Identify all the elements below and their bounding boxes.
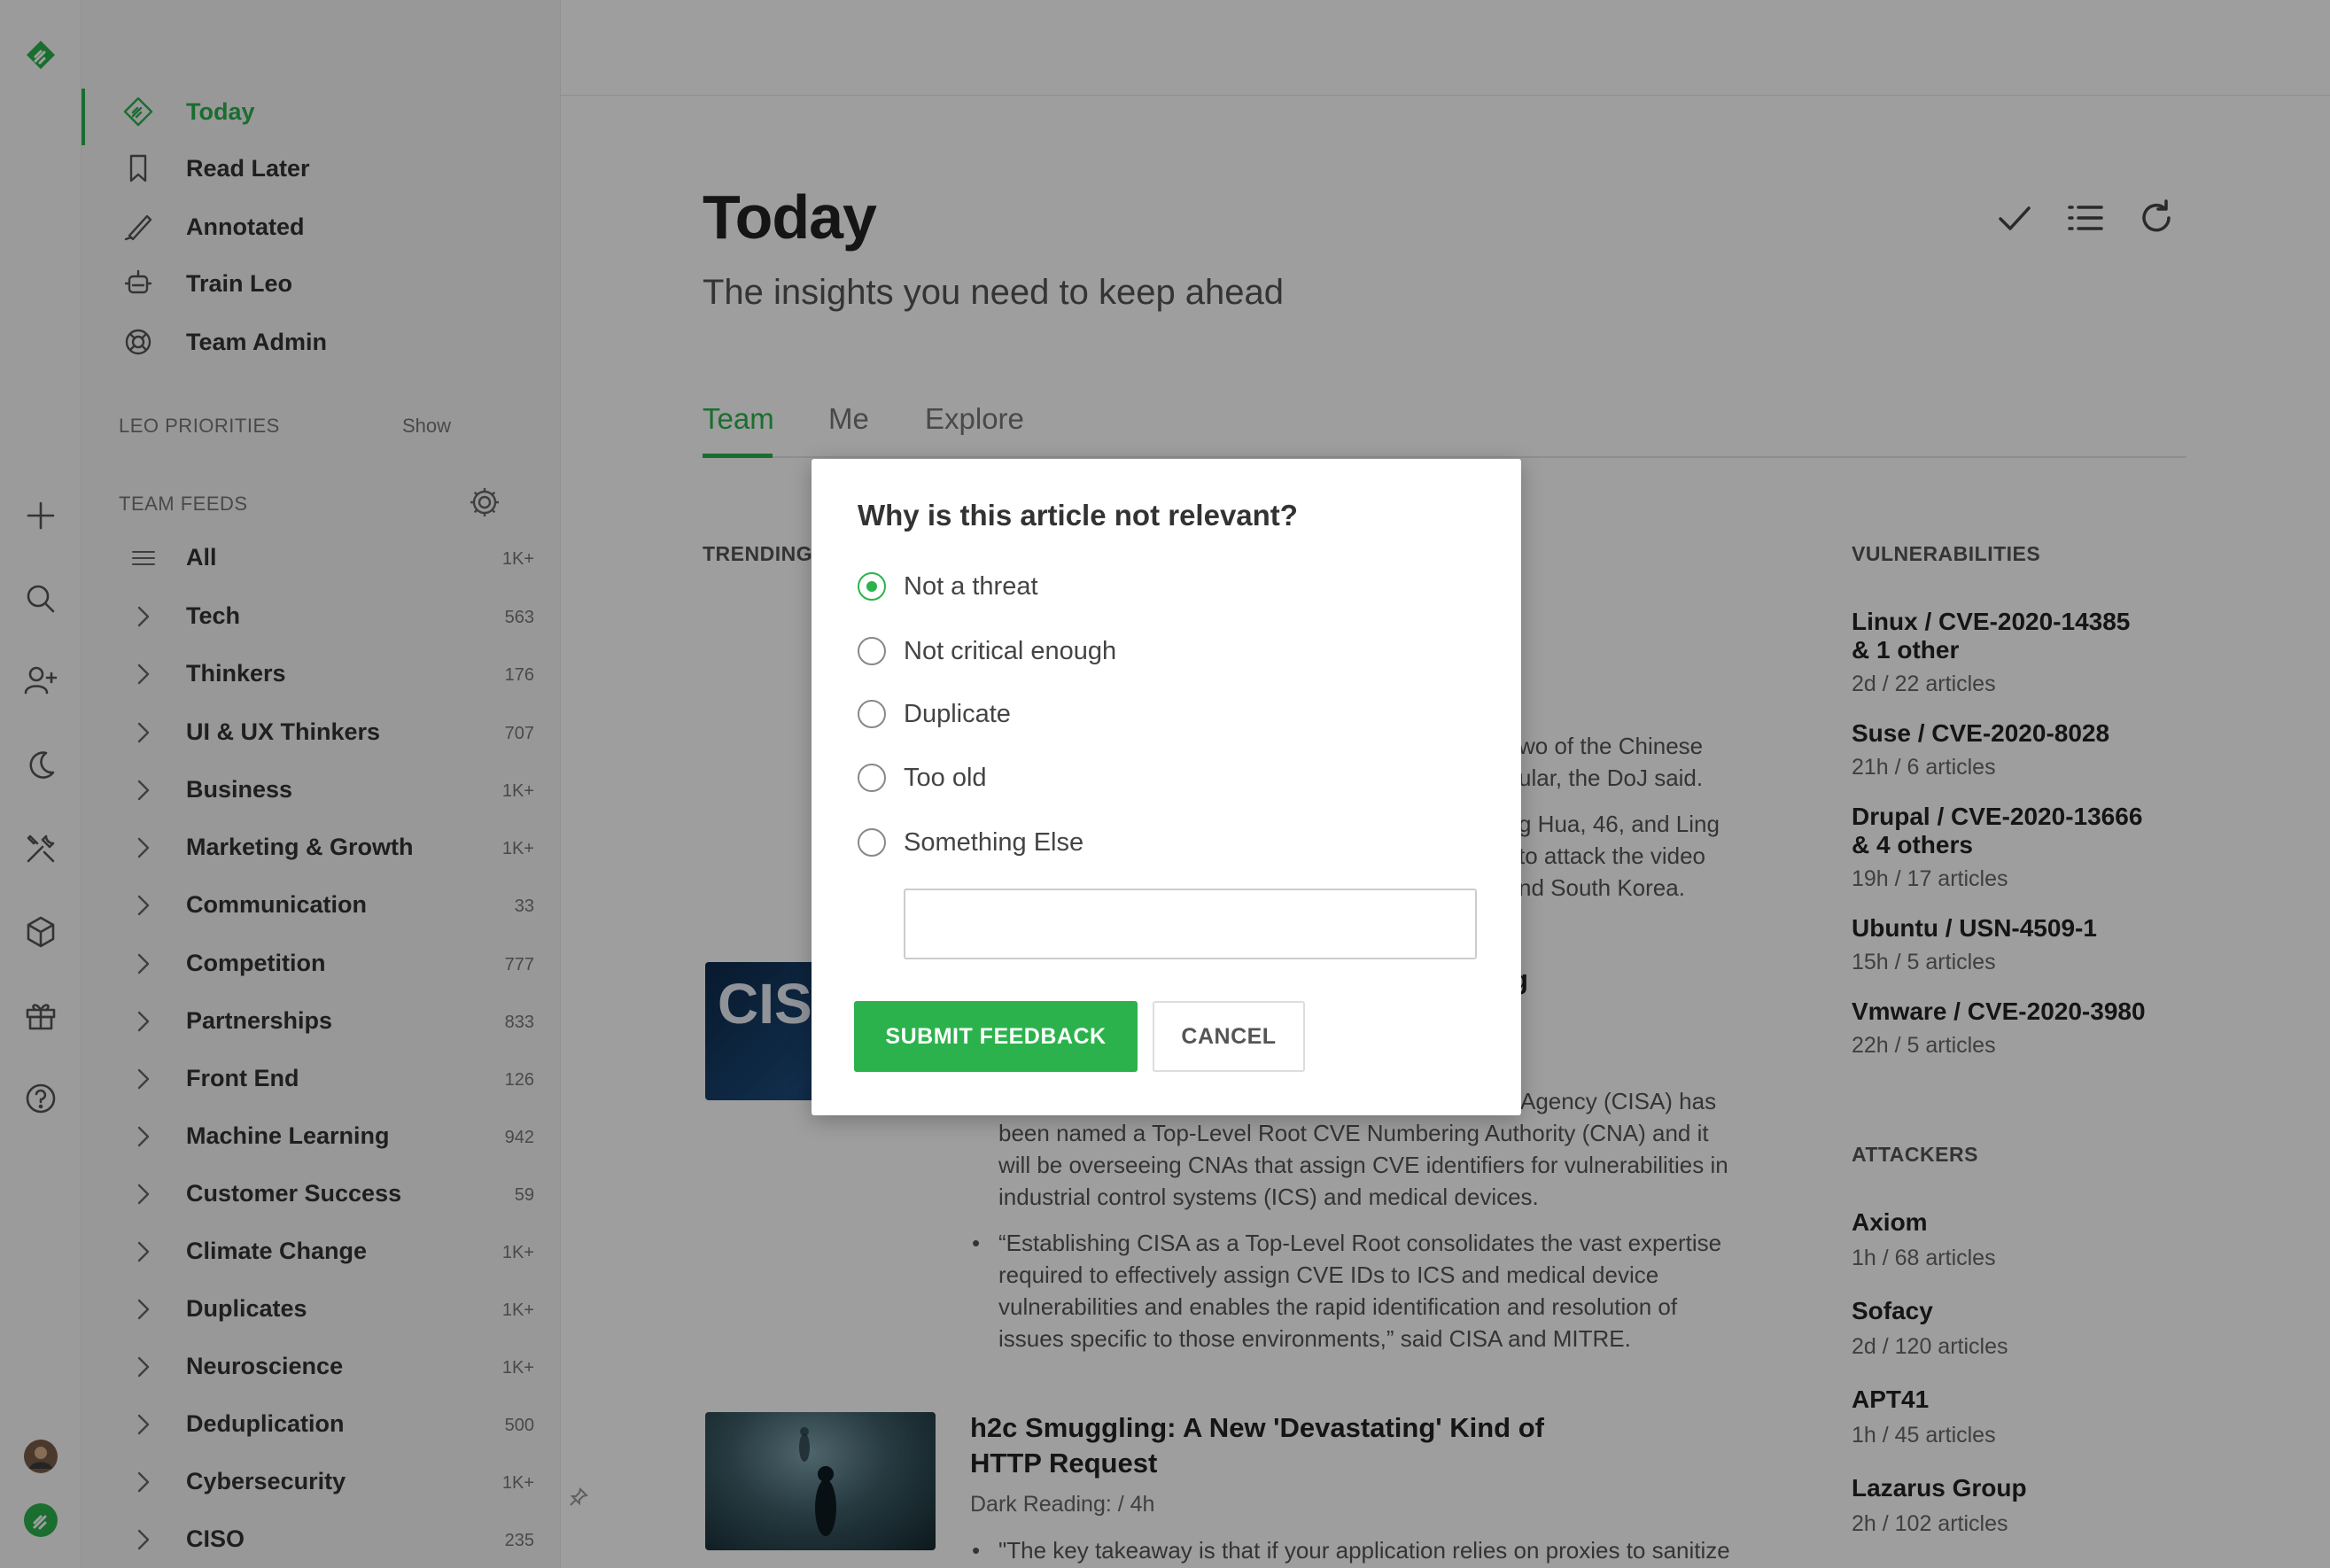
option-label: Not critical enough — [904, 636, 1117, 665]
submit-feedback-button[interactable]: SUBMIT FEEDBACK — [854, 1001, 1138, 1072]
feedback-dialog: Why is this article not relevant? Not a … — [812, 459, 1521, 1115]
option-label: Not a threat — [904, 571, 1038, 601]
radio-unselected[interactable] — [858, 764, 886, 792]
radio-unselected[interactable] — [858, 637, 886, 665]
option-something-else[interactable]: Something Else — [858, 823, 1083, 862]
radio-unselected[interactable] — [858, 700, 886, 728]
other-reason-input[interactable] — [904, 889, 1477, 959]
radio-selected[interactable] — [858, 572, 886, 601]
option-not-a-threat[interactable]: Not a threat — [858, 567, 1038, 606]
radio-unselected[interactable] — [858, 828, 886, 857]
option-label: Something Else — [904, 827, 1084, 857]
dialog-title: Why is this article not relevant? — [858, 499, 1298, 532]
option-duplicate[interactable]: Duplicate — [858, 695, 1011, 734]
option-too-old[interactable]: Too old — [858, 758, 987, 797]
option-not-critical-enough[interactable]: Not critical enough — [858, 632, 1116, 671]
cancel-button[interactable]: CANCEL — [1153, 1001, 1305, 1072]
option-label: Too old — [904, 763, 987, 792]
option-label: Duplicate — [904, 699, 1011, 728]
